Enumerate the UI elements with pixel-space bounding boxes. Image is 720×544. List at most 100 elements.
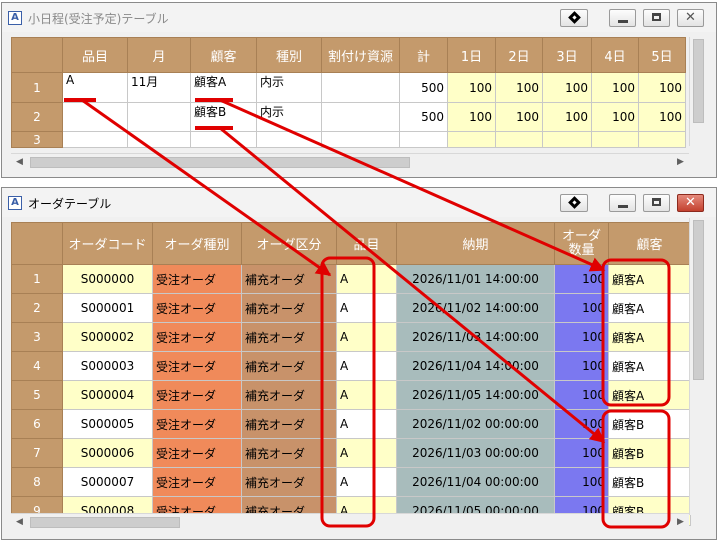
column-header[interactable]: 品目	[336, 222, 397, 265]
scrollbar-thumb[interactable]	[30, 157, 410, 168]
table-row[interactable]: 5 S000004 受注オーダ 補充オーダ A 2026/11/05 14:00:00 10…	[11, 380, 691, 410]
table-cell[interactable]: 100	[495, 102, 543, 132]
table-cell[interactable]: 2026/11/01 14:00:00	[396, 264, 555, 294]
table-cell[interactable]: 顧客A	[608, 351, 691, 381]
table-cell[interactable]: 2026/11/02 14:00:00	[396, 293, 555, 323]
table-cell[interactable]: 補充オーダ	[241, 264, 337, 294]
table-cell[interactable]: 顧客B	[608, 438, 691, 468]
table-cell[interactable]: 2026/11/04 14:00:00	[396, 351, 555, 381]
table-cell[interactable]: A	[336, 467, 397, 497]
table-cell[interactable]: 受注オーダ	[152, 322, 242, 352]
row-header[interactable]: 2	[11, 102, 63, 132]
scrollbar-thumb[interactable]	[30, 517, 180, 528]
column-header[interactable]: オーダ区分	[241, 222, 337, 265]
table-cell[interactable]: 500	[399, 102, 448, 132]
vertical-scrollbar[interactable]	[689, 37, 707, 146]
table-cell[interactable]: 受注オーダ	[152, 438, 242, 468]
table-cell[interactable]: A	[336, 409, 397, 439]
table-cell[interactable]: 11月	[127, 72, 191, 103]
table-cell[interactable]: 100	[542, 102, 592, 132]
table-row[interactable]: 1 S000000 受注オーダ 補充オーダ A 2026/11/01 14:00:00 10…	[11, 264, 691, 294]
table-cell[interactable]: 2026/11/04 00:00:00	[396, 467, 555, 497]
row-header[interactable]: 3	[11, 131, 63, 148]
column-header[interactable]: 月	[127, 37, 191, 73]
gem-button[interactable]	[560, 9, 588, 27]
table-cell[interactable]: A	[336, 380, 397, 410]
column-header[interactable]: 納期	[396, 222, 555, 265]
table-cell[interactable]: 顧客A	[608, 380, 691, 410]
table-cell[interactable]: 内示	[256, 102, 322, 132]
gem-button[interactable]	[560, 194, 588, 212]
table-cell[interactable]: A	[336, 351, 397, 381]
row-header[interactable]: 8	[11, 467, 63, 497]
table-cell[interactable]: 受注オーダ	[152, 351, 242, 381]
table-cell[interactable]: 2026/11/03 00:00:00	[396, 438, 555, 468]
table-cell[interactable]: 100	[554, 409, 609, 439]
table-row[interactable]: 8 S000007 受注オーダ 補充オーダ A 2026/11/04 00:00:00 10…	[11, 467, 691, 497]
table-cell[interactable]: A	[62, 72, 128, 103]
table-cell[interactable]: 顧客B	[608, 467, 691, 497]
table-cell[interactable]: 500	[399, 72, 448, 103]
scrollbar-thumb[interactable]	[693, 220, 704, 380]
table-cell[interactable]: 内示	[256, 72, 322, 103]
scroll-left-icon[interactable]: ◀	[11, 154, 28, 171]
table-row[interactable]: 2 S000001 受注オーダ 補充オーダ A 2026/11/02 14:00:00 10…	[11, 293, 691, 323]
table-cell[interactable]: S000000	[62, 264, 153, 294]
scroll-right-icon[interactable]: ▶	[672, 514, 689, 531]
table-cell[interactable]: 顧客A	[190, 72, 257, 103]
table-cell[interactable]: 100	[554, 264, 609, 294]
title-bar[interactable]: A オーダテーブル ✕	[2, 188, 716, 217]
column-header[interactable]: 4日	[591, 37, 639, 73]
close-button[interactable]: ✕	[677, 9, 704, 27]
minimize-button[interactable]	[609, 194, 636, 212]
table-cell[interactable]	[321, 131, 400, 148]
horizontal-scrollbar[interactable]: ◀ ▶	[11, 513, 689, 531]
table-row[interactable]: 1 A 11月 顧客A 内示 500 100 100 100 100 100	[11, 72, 686, 103]
table-cell[interactable]: 顧客B	[190, 102, 257, 132]
title-bar[interactable]: A 小日程(受注予定)テーブル ✕	[2, 3, 716, 32]
table-cell[interactable]: 顧客A	[608, 264, 691, 294]
table-cell[interactable]: 100	[591, 72, 639, 103]
table-cell[interactable]: 100	[638, 102, 686, 132]
table-cell[interactable]: 100	[554, 438, 609, 468]
table-row[interactable]: 7 S000006 受注オーダ 補充オーダ A 2026/11/03 00:00:00 10…	[11, 438, 691, 468]
vertical-scrollbar[interactable]	[689, 218, 707, 515]
table-cell[interactable]: 100	[638, 72, 686, 103]
table-cell[interactable]: 顧客A	[608, 293, 691, 323]
column-header[interactable]: オーダコード	[62, 222, 153, 265]
table-cell[interactable]	[321, 72, 400, 103]
table-cell[interactable]: 受注オーダ	[152, 380, 242, 410]
corner-cell[interactable]	[11, 37, 63, 73]
table-cell[interactable]: 100	[554, 380, 609, 410]
scroll-right-icon[interactable]: ▶	[672, 154, 689, 171]
table-cell[interactable]	[62, 102, 128, 132]
table-cell[interactable]: S000004	[62, 380, 153, 410]
row-header[interactable]: 1	[11, 72, 63, 103]
table-cell[interactable]	[399, 131, 448, 148]
table-cell[interactable]: 補充オーダ	[241, 380, 337, 410]
table-cell[interactable]: A	[336, 438, 397, 468]
table-cell[interactable]	[321, 102, 400, 132]
scroll-left-icon[interactable]: ◀	[11, 514, 28, 531]
row-header[interactable]: 6	[11, 409, 63, 439]
column-header[interactable]: 品目	[62, 37, 128, 73]
table-cell[interactable]: 補充オーダ	[241, 293, 337, 323]
scrollbar-thumb[interactable]	[693, 39, 704, 123]
table-cell[interactable]: 2026/11/03 14:00:00	[396, 322, 555, 352]
column-header[interactable]: オーダ種別	[152, 222, 242, 265]
table-cell[interactable]	[190, 131, 257, 148]
column-header[interactable]: 5日	[638, 37, 686, 73]
table-cell[interactable]: 受注オーダ	[152, 293, 242, 323]
table-cell[interactable]: 100	[554, 467, 609, 497]
table-row[interactable]: 3	[11, 131, 686, 148]
table-cell[interactable]: A	[336, 264, 397, 294]
table-cell[interactable]: S000005	[62, 409, 153, 439]
table-cell[interactable]: 2026/11/05 14:00:00	[396, 380, 555, 410]
table-cell[interactable]: 受注オーダ	[152, 409, 242, 439]
table-cell[interactable]	[127, 131, 191, 148]
column-header[interactable]: 顧客	[190, 37, 257, 73]
table-cell[interactable]: 補充オーダ	[241, 322, 337, 352]
column-header[interactable]: 割付け資源	[321, 37, 400, 73]
table-cell[interactable]: 100	[554, 293, 609, 323]
column-header[interactable]: 計	[399, 37, 448, 73]
